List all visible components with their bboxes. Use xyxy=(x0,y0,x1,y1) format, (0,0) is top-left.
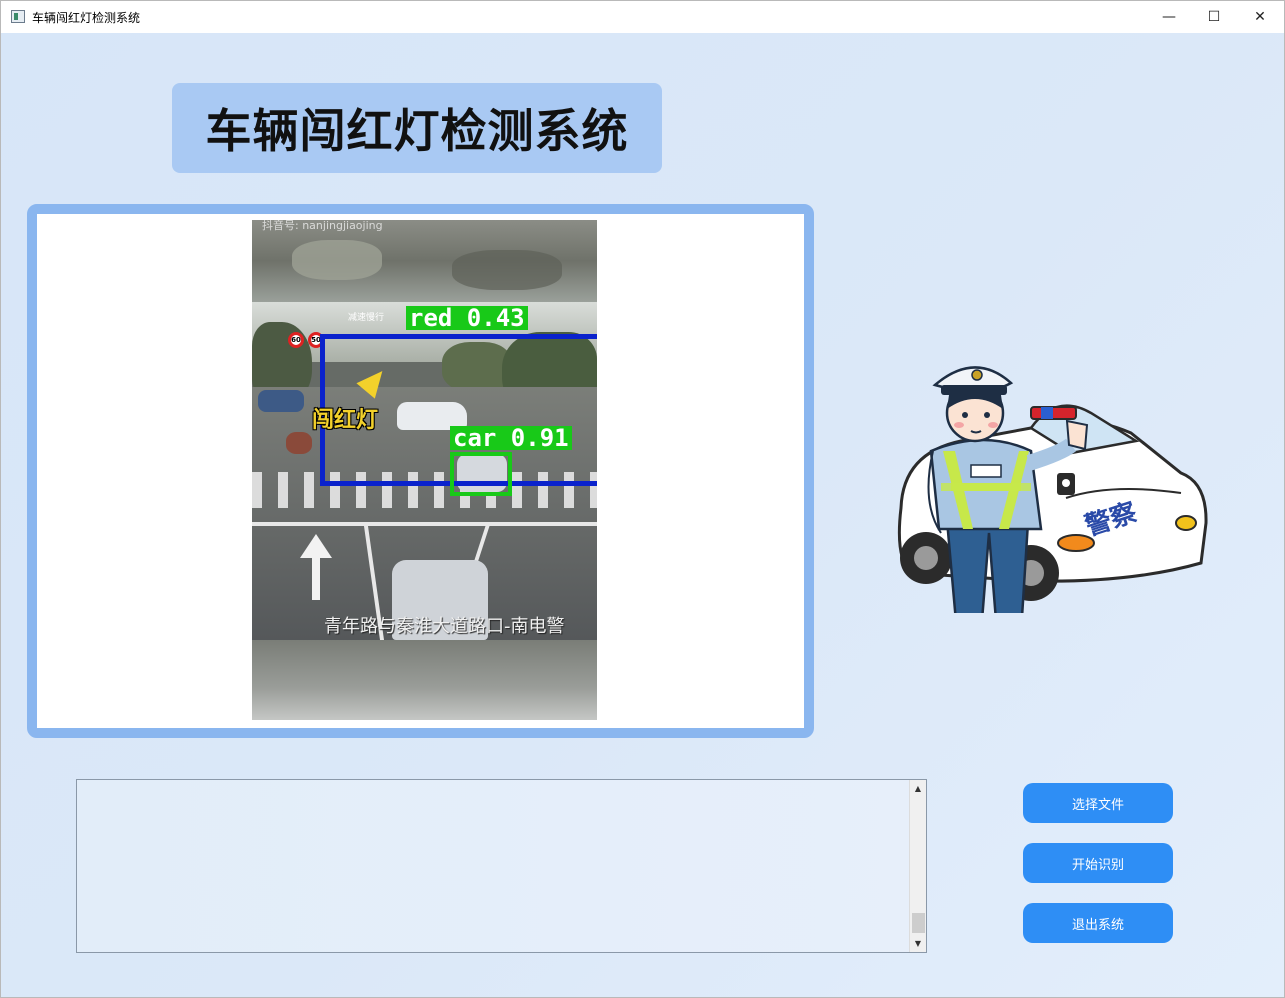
header-banner: 车辆闯红灯检测系统 xyxy=(172,83,662,173)
close-button[interactable]: ✕ xyxy=(1237,1,1283,33)
minimize-button[interactable]: — xyxy=(1146,1,1192,33)
output-log-textbox[interactable]: ▲ ▼ xyxy=(76,779,927,953)
scroll-down-arrow-icon[interactable]: ▼ xyxy=(910,935,926,951)
maximize-button[interactable]: ☐ xyxy=(1191,1,1237,33)
start-detect-button[interactable]: 开始识别 xyxy=(1023,843,1173,883)
image-caption: 青年路与秦淮大道路口-南电警 xyxy=(324,616,565,637)
detection-label-car: car 0.91 xyxy=(450,426,572,450)
image-watermark: 抖音号: nanjingjiaojing xyxy=(262,220,383,232)
motorbike-icon xyxy=(286,432,312,454)
car-icon xyxy=(258,390,304,412)
output-log-scrollbar[interactable]: ▲ ▼ xyxy=(909,780,926,952)
violation-overlay-label: 闯红灯 xyxy=(312,408,379,433)
image-display-area: 抖音号: nanjingjiaojing 60 50 减速慢行 red 0.43… xyxy=(43,220,798,722)
detection-label-red: red 0.43 xyxy=(406,306,528,330)
page-title: 车辆闯红灯检测系统 xyxy=(205,104,629,158)
title-bar: 车辆闯红灯检测系统 — ☐ ✕ xyxy=(1,1,1284,33)
image-display-frame: 抖音号: nanjingjiaojing 60 50 减速慢行 red 0.43… xyxy=(27,204,814,738)
image-blur-bottom xyxy=(252,640,597,720)
scroll-up-arrow-icon[interactable]: ▲ xyxy=(910,780,926,796)
road-sign-label: 减速慢行 xyxy=(348,313,385,323)
police-car-illustration: 警察 xyxy=(897,366,1208,613)
car-bounding-box xyxy=(450,452,512,496)
select-file-button[interactable]: 选择文件 xyxy=(1023,783,1173,823)
detection-result-image: 抖音号: nanjingjiaojing 60 50 减速慢行 red 0.43… xyxy=(252,220,597,720)
app-icon xyxy=(11,10,25,23)
traffic-scene: 60 50 减速慢行 red 0.43 car 0.91 闯红灯 青年路与秦淮大… xyxy=(252,302,597,640)
output-log-text xyxy=(83,786,906,946)
exit-system-button[interactable]: 退出系统 xyxy=(1023,903,1173,943)
image-blur-top: 抖音号: nanjingjiaojing xyxy=(252,220,597,302)
main-panel: 车辆闯红灯检测系统 抖音号: nanjingjiaojing 60 50 减速慢… xyxy=(1,33,1284,997)
window-title: 车辆闯红灯检测系统 xyxy=(32,11,141,25)
speed-sign: 60 xyxy=(288,332,304,348)
app-window: 车辆闯红灯检测系统 — ☐ ✕ 车辆闯红灯检测系统 抖音号: nanjingji… xyxy=(0,0,1285,998)
scrollbar-thumb[interactable] xyxy=(912,913,925,933)
